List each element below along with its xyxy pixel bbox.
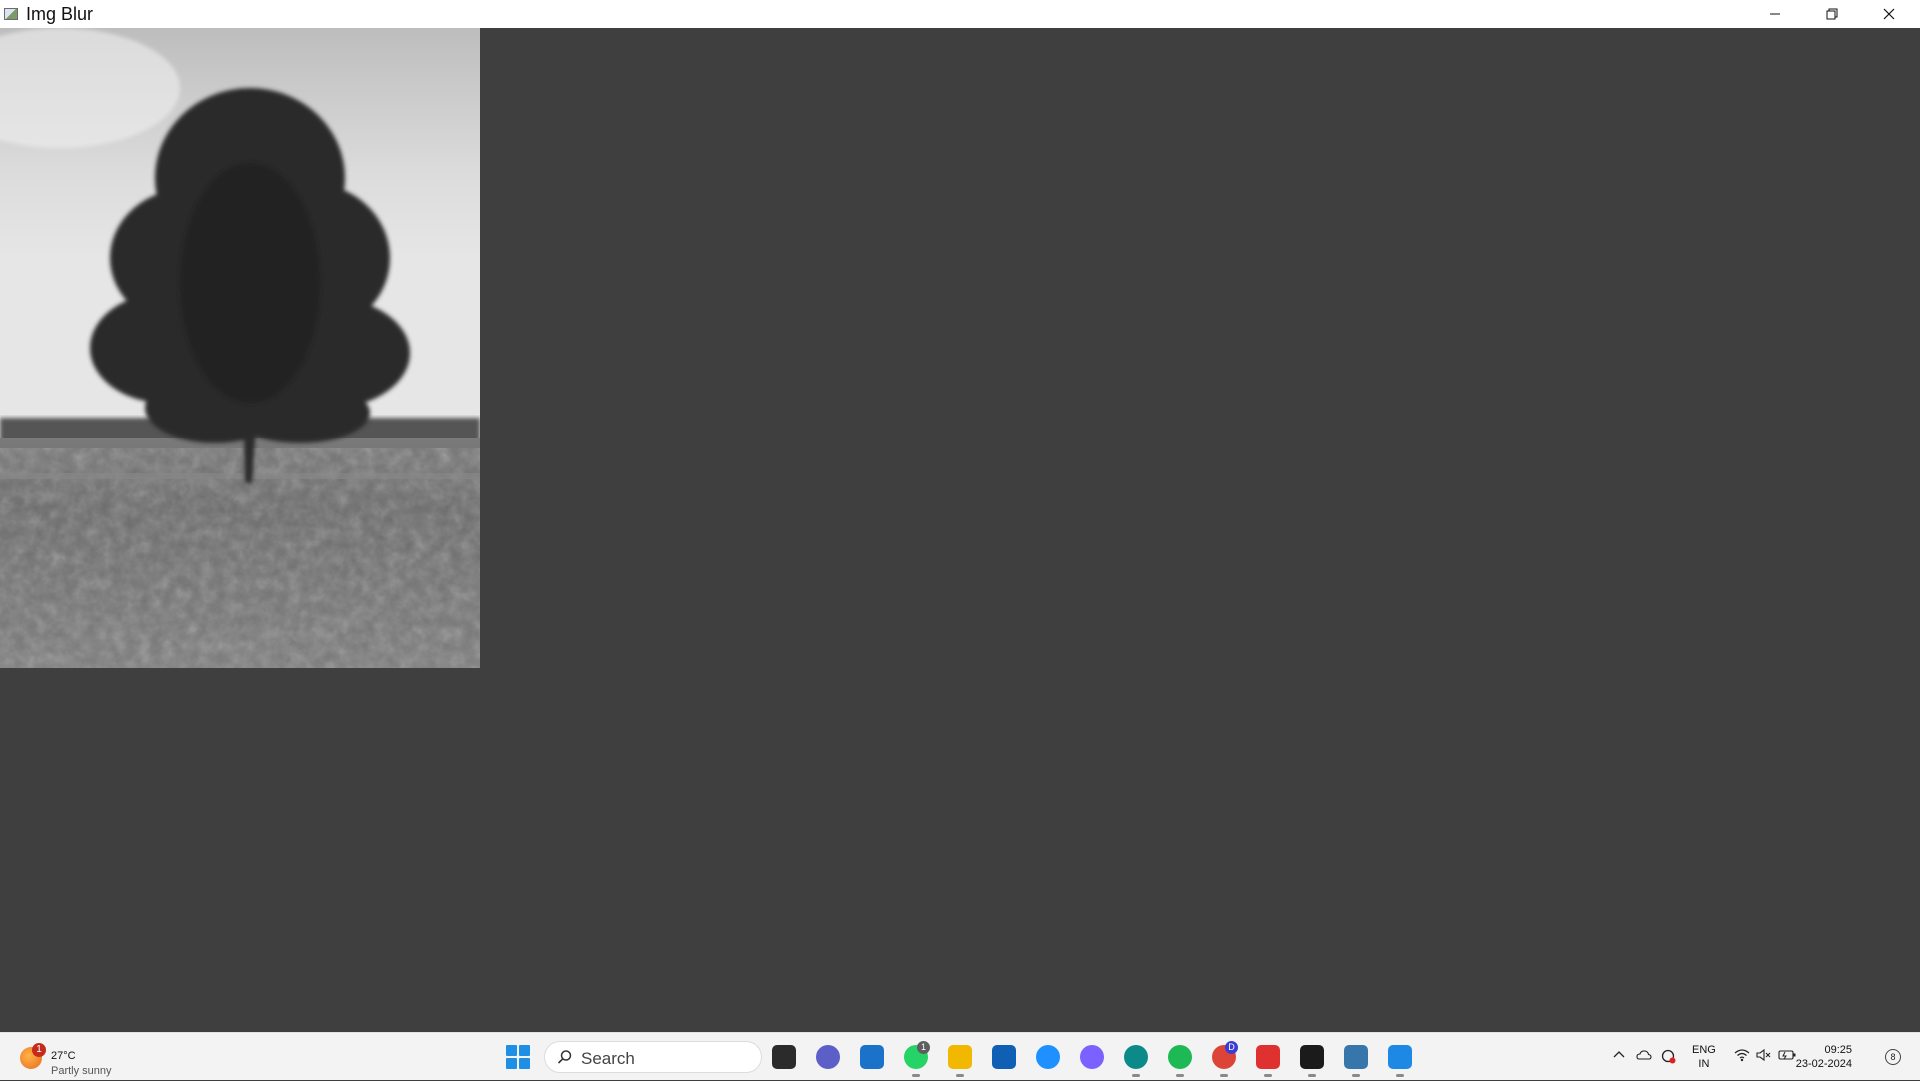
language-indicator[interactable]: ENG IN bbox=[1692, 1043, 1716, 1071]
running-indicator bbox=[1264, 1074, 1272, 1077]
copilot-icon bbox=[1080, 1045, 1104, 1069]
clock-date: 23-02-2024 bbox=[1795, 1058, 1852, 1070]
minimize-button[interactable] bbox=[1746, 0, 1804, 28]
weather-badge: 1 bbox=[32, 1043, 46, 1057]
onedrive-icon[interactable] bbox=[1636, 1048, 1652, 1064]
image-canvas bbox=[0, 28, 1920, 1032]
window-title: Img Blur bbox=[26, 3, 94, 24]
help-icon bbox=[1036, 1045, 1060, 1069]
notification-count-badge[interactable]: 8 bbox=[1885, 1049, 1901, 1065]
python-icon bbox=[1344, 1045, 1368, 1069]
restore-button[interactable] bbox=[1803, 0, 1861, 28]
taskbar-app-edge[interactable] bbox=[1120, 1041, 1152, 1077]
store-icon bbox=[992, 1045, 1016, 1069]
taskbar-app-store[interactable] bbox=[988, 1041, 1020, 1073]
running-indicator bbox=[1220, 1074, 1228, 1077]
taskbar-app-file-manager[interactable] bbox=[768, 1041, 800, 1073]
taskbar-app-terminal[interactable] bbox=[1296, 1041, 1328, 1077]
file-manager-icon bbox=[772, 1045, 796, 1069]
app-icon bbox=[4, 8, 18, 20]
app-badge: D bbox=[1225, 1041, 1238, 1054]
edge-icon bbox=[1124, 1045, 1148, 1069]
running-indicator bbox=[912, 1074, 920, 1077]
running-indicator bbox=[1176, 1074, 1184, 1077]
taskbar: 1 27°C Partly sunny Search 1 D ENG IN 09:… bbox=[0, 1032, 1920, 1080]
running-indicator bbox=[1352, 1074, 1360, 1077]
weather-temperature: 27°C bbox=[51, 1050, 76, 1062]
window-titlebar: Img Blur bbox=[0, 0, 1920, 28]
taskbar-app-app-window[interactable] bbox=[856, 1041, 888, 1073]
windows-logo-icon bbox=[506, 1045, 517, 1056]
search-placeholder: Search bbox=[581, 1049, 635, 1068]
sync-alert-icon[interactable] bbox=[1660, 1048, 1676, 1064]
taskbar-app-teams[interactable] bbox=[812, 1041, 844, 1073]
minimize-icon bbox=[1770, 13, 1780, 15]
region-code: IN bbox=[1698, 1058, 1710, 1070]
blurred-photo bbox=[0, 28, 480, 668]
taskbar-app-help[interactable] bbox=[1032, 1041, 1064, 1073]
pen-app-icon bbox=[1256, 1045, 1280, 1069]
search-box[interactable]: Search bbox=[544, 1041, 762, 1073]
taskbar-app-pen-app[interactable] bbox=[1252, 1041, 1284, 1077]
explorer-folder-icon bbox=[948, 1045, 972, 1069]
running-indicator bbox=[1132, 1074, 1140, 1077]
close-icon bbox=[1883, 8, 1895, 20]
taskbar-app-chrome[interactable]: D bbox=[1208, 1041, 1240, 1077]
system-tray: ENG IN 09:25 23-02-2024 8 bbox=[1610, 1033, 1920, 1081]
taskbar-app-whatsapp[interactable]: 1 bbox=[900, 1041, 932, 1077]
taskbar-app-explorer-folder[interactable] bbox=[944, 1041, 976, 1077]
photo-app-icon bbox=[1388, 1045, 1412, 1069]
teams-icon bbox=[816, 1045, 840, 1069]
weather-description: Partly sunny bbox=[51, 1065, 112, 1077]
windows-logo-tile bbox=[519, 1045, 530, 1056]
taskbar-app-copilot[interactable] bbox=[1076, 1041, 1108, 1073]
start-button[interactable] bbox=[506, 1045, 530, 1069]
search-icon bbox=[557, 1050, 572, 1064]
clock-time: 09:25 bbox=[1824, 1044, 1852, 1056]
terminal-icon bbox=[1300, 1045, 1324, 1069]
running-indicator bbox=[1308, 1074, 1316, 1077]
windows-logo-tile bbox=[519, 1058, 530, 1069]
running-indicator bbox=[956, 1074, 964, 1077]
taskbar-app-spotify[interactable] bbox=[1164, 1041, 1196, 1077]
taskbar-app-photo-app[interactable] bbox=[1384, 1041, 1416, 1077]
spotify-icon bbox=[1168, 1045, 1192, 1069]
taskbar-app-python[interactable] bbox=[1340, 1041, 1372, 1077]
chevron-up-icon[interactable] bbox=[1611, 1048, 1627, 1064]
close-button[interactable] bbox=[1860, 0, 1918, 28]
tree-photo-icon bbox=[0, 28, 480, 668]
language-code: ENG bbox=[1692, 1044, 1716, 1056]
app-badge: 1 bbox=[917, 1041, 930, 1054]
wifi-icon[interactable] bbox=[1734, 1048, 1750, 1064]
restore-icon bbox=[1826, 8, 1838, 20]
windows-logo-tile bbox=[506, 1058, 517, 1069]
running-indicator bbox=[1396, 1074, 1404, 1077]
clock[interactable]: 09:25 23-02-2024 bbox=[1780, 1043, 1852, 1071]
weather-widget[interactable]: 1 27°C Partly sunny bbox=[18, 1041, 138, 1077]
volume-muted-icon[interactable] bbox=[1756, 1048, 1772, 1064]
app-window-icon bbox=[860, 1045, 884, 1069]
